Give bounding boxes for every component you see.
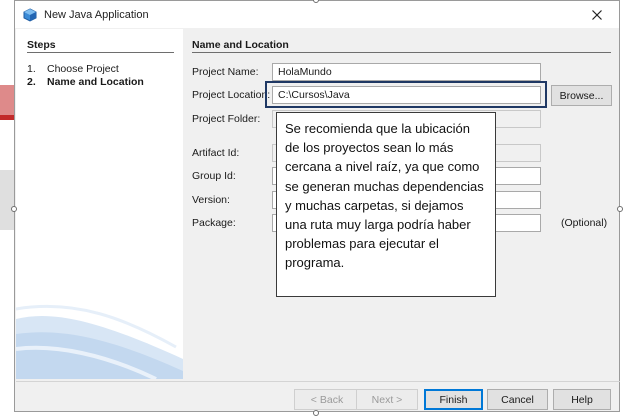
project-name-label: Project Name: <box>192 66 259 78</box>
package-label: Package: <box>192 217 236 229</box>
close-button[interactable] <box>583 4 611 26</box>
step-choose-project: 1. Choose Project <box>27 63 119 75</box>
steps-heading: Steps <box>27 39 56 51</box>
divider <box>16 381 620 382</box>
new-java-application-dialog: New Java Application Steps 1. Choose Proj… <box>14 0 620 412</box>
cancel-button[interactable]: Cancel <box>487 389 548 410</box>
project-location-label: Project Location: <box>192 89 271 101</box>
background-app-strip <box>0 85 14 115</box>
resize-handle[interactable] <box>11 206 17 212</box>
step-number: 2. <box>27 76 36 88</box>
step-name-and-location: 2. Name and Location <box>27 76 144 88</box>
title-bar: New Java Application <box>15 1 619 28</box>
resize-handle[interactable] <box>617 206 623 212</box>
help-button[interactable]: Help <box>553 389 611 410</box>
resize-handle[interactable] <box>313 410 319 416</box>
divider <box>27 52 174 53</box>
annotation-callout: Se recomienda que la ubicación de los pr… <box>276 112 496 297</box>
highlight-box <box>265 81 547 108</box>
project-name-input[interactable]: HolaMundo <box>272 63 541 81</box>
finish-button[interactable]: Finish <box>424 389 483 410</box>
group-id-label: Group Id: <box>192 170 236 182</box>
browse-button[interactable]: Browse... <box>551 85 612 106</box>
steps-panel: Steps 1. Choose Project 2. Name and Locati… <box>16 29 183 379</box>
next-button[interactable]: Next > <box>356 389 418 410</box>
decorative-wave-graphic <box>16 304 183 379</box>
background-app-strip <box>0 170 14 230</box>
close-icon <box>592 10 602 20</box>
project-folder-label: Project Folder: <box>192 113 261 125</box>
window-title: New Java Application <box>44 9 149 21</box>
divider <box>192 52 611 53</box>
optional-label: (Optional) <box>561 217 608 229</box>
netbeans-cube-icon <box>23 8 37 22</box>
step-label: Choose Project <box>47 63 119 75</box>
background-app-strip <box>0 115 14 120</box>
artifact-id-label: Artifact Id: <box>192 147 240 159</box>
screen: New Java Application Steps 1. Choose Proj… <box>0 0 624 416</box>
step-number: 1. <box>27 63 36 75</box>
version-label: Version: <box>192 194 230 206</box>
step-label: Name and Location <box>47 76 144 88</box>
section-heading: Name and Location <box>192 39 289 51</box>
back-button[interactable]: < Back <box>294 389 360 410</box>
